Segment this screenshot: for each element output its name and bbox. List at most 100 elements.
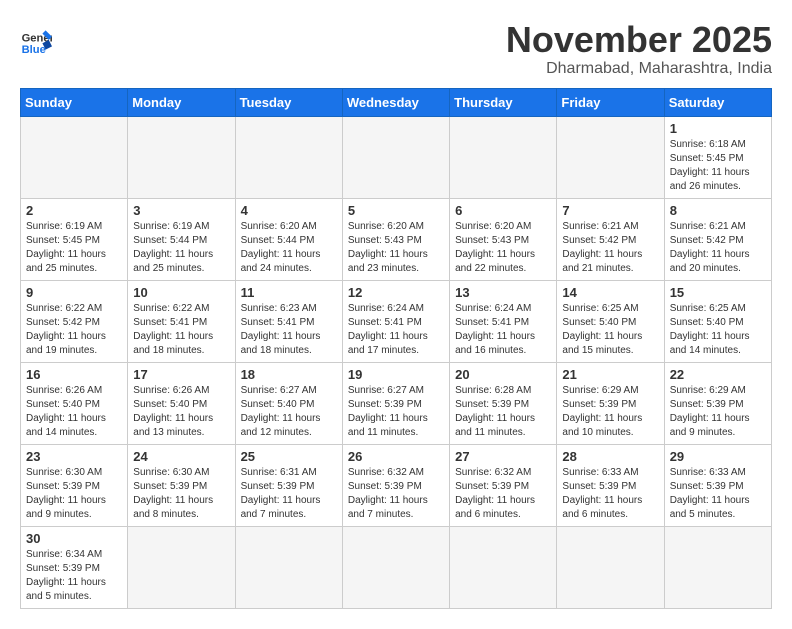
day-info: Sunrise: 6:23 AMSunset: 5:41 PMDaylight:… — [241, 302, 337, 358]
calendar-cell: 12 Sunrise: 6:24 AMSunset: 5:41 PMDayligh… — [342, 280, 449, 362]
calendar-cell: 18 Sunrise: 6:27 AMSunset: 5:40 PMDayligh… — [235, 362, 342, 444]
calendar-cell: 2Sunrise: 6:19 AMSunset: 5:45 PMDaylight… — [21, 198, 128, 280]
calendar-cell — [128, 116, 235, 198]
day-number: 16 — [26, 367, 122, 382]
calendar-cell: 22Sunrise: 6:29 AMSunset: 5:39 PMDayligh… — [664, 362, 771, 444]
day-number: 28 — [562, 449, 658, 464]
calendar-cell: 21Sunrise: 6:29 AMSunset: 5:39 PMDayligh… — [557, 362, 664, 444]
day-info: Sunrise: 6:19 AMSunset: 5:45 PMDaylight:… — [26, 220, 122, 276]
day-info: Sunrise: 6:25 AMSunset: 5:40 PMDaylight:… — [670, 302, 766, 358]
calendar-cell: 15 Sunrise: 6:25 AMSunset: 5:40 PMDayligh… — [664, 280, 771, 362]
calendar-cell: 26Sunrise: 6:32 AMSunset: 5:39 PMDayligh… — [342, 444, 449, 526]
day-number: 1 — [670, 121, 766, 136]
day-info: Sunrise: 6:34 AMSunset: 5:39 PMDaylight:… — [26, 548, 122, 604]
calendar-cell: 27 Sunrise: 6:32 AMSunset: 5:39 PMDayligh… — [450, 444, 557, 526]
calendar-cell: 20Sunrise: 6:28 AMSunset: 5:39 PMDayligh… — [450, 362, 557, 444]
calendar-cell — [342, 116, 449, 198]
day-info: Sunrise: 6:24 AMSunset: 5:41 PMDaylight:… — [455, 302, 551, 358]
calendar-cell: 9 Sunrise: 6:22 AMSunset: 5:42 PMDaylight… — [21, 280, 128, 362]
day-number: 8 — [670, 203, 766, 218]
weekday-header-row: SundayMondayTuesdayWednesdayThursdayFrid… — [21, 88, 772, 116]
calendar-cell: 29 Sunrise: 6:33 AMSunset: 5:39 PMDayligh… — [664, 444, 771, 526]
day-number: 13 — [455, 285, 551, 300]
day-number: 17 — [133, 367, 229, 382]
day-info: Sunrise: 6:27 AMSunset: 5:39 PMDaylight:… — [348, 384, 444, 440]
calendar-week-1: 1 Sunrise: 6:18 AMSunset: 5:45 PMDaylight… — [21, 116, 772, 198]
day-info: Sunrise: 6:31 AMSunset: 5:39 PMDaylight:… — [241, 466, 337, 522]
month-title: November 2025 — [506, 20, 772, 60]
day-info: Sunrise: 6:22 AMSunset: 5:41 PMDaylight:… — [133, 302, 229, 358]
calendar-cell — [557, 526, 664, 608]
day-info: Sunrise: 6:20 AMSunset: 5:43 PMDaylight:… — [455, 220, 551, 276]
calendar-cell: 4 Sunrise: 6:20 AMSunset: 5:44 PMDaylight… — [235, 198, 342, 280]
weekday-header-friday: Friday — [557, 88, 664, 116]
calendar-cell: 10 Sunrise: 6:22 AMSunset: 5:41 PMDayligh… — [128, 280, 235, 362]
calendar-cell: 17 Sunrise: 6:26 AMSunset: 5:40 PMDayligh… — [128, 362, 235, 444]
day-info: Sunrise: 6:25 AMSunset: 5:40 PMDaylight:… — [562, 302, 658, 358]
weekday-header-wednesday: Wednesday — [342, 88, 449, 116]
day-number: 29 — [670, 449, 766, 464]
day-info: Sunrise: 6:32 AMSunset: 5:39 PMDaylight:… — [455, 466, 551, 522]
day-info: Sunrise: 6:33 AMSunset: 5:39 PMDaylight:… — [670, 466, 766, 522]
calendar-cell — [450, 526, 557, 608]
calendar-week-4: 16 Sunrise: 6:26 AMSunset: 5:40 PMDayligh… — [21, 362, 772, 444]
calendar-cell: 14 Sunrise: 6:25 AMSunset: 5:40 PMDayligh… — [557, 280, 664, 362]
calendar-cell — [128, 526, 235, 608]
calendar-cell: 16Sunrise: 6:26 AMSunset: 5:40 PMDayligh… — [21, 362, 128, 444]
calendar-cell: 11Sunrise: 6:23 AMSunset: 5:41 PMDayligh… — [235, 280, 342, 362]
calendar-week-5: 23 Sunrise: 6:30 AMSunset: 5:39 PMDayligh… — [21, 444, 772, 526]
day-info: Sunrise: 6:20 AMSunset: 5:44 PMDaylight:… — [241, 220, 337, 276]
day-number: 10 — [133, 285, 229, 300]
calendar-cell: 19 Sunrise: 6:27 AMSunset: 5:39 PMDayligh… — [342, 362, 449, 444]
day-info: Sunrise: 6:21 AMSunset: 5:42 PMDaylight:… — [562, 220, 658, 276]
calendar-cell: 8 Sunrise: 6:21 AMSunset: 5:42 PMDaylight… — [664, 198, 771, 280]
day-info: Sunrise: 6:27 AMSunset: 5:40 PMDaylight:… — [241, 384, 337, 440]
calendar-cell: 25Sunrise: 6:31 AMSunset: 5:39 PMDayligh… — [235, 444, 342, 526]
day-number: 23 — [26, 449, 122, 464]
day-number: 27 — [455, 449, 551, 464]
day-info: Sunrise: 6:20 AMSunset: 5:43 PMDaylight:… — [348, 220, 444, 276]
day-info: Sunrise: 6:21 AMSunset: 5:42 PMDaylight:… — [670, 220, 766, 276]
svg-text:Blue: Blue — [22, 44, 46, 56]
calendar-cell: 13 Sunrise: 6:24 AMSunset: 5:41 PMDayligh… — [450, 280, 557, 362]
day-number: 15 — [670, 285, 766, 300]
calendar-cell: 30Sunrise: 6:34 AMSunset: 5:39 PMDayligh… — [21, 526, 128, 608]
calendar-week-2: 2Sunrise: 6:19 AMSunset: 5:45 PMDaylight… — [21, 198, 772, 280]
day-number: 18 — [241, 367, 337, 382]
weekday-header-monday: Monday — [128, 88, 235, 116]
day-number: 3 — [133, 203, 229, 218]
day-number: 14 — [562, 285, 658, 300]
day-number: 12 — [348, 285, 444, 300]
calendar-cell — [342, 526, 449, 608]
weekday-header-saturday: Saturday — [664, 88, 771, 116]
day-number: 4 — [241, 203, 337, 218]
day-info: Sunrise: 6:29 AMSunset: 5:39 PMDaylight:… — [670, 384, 766, 440]
calendar-cell: 6Sunrise: 6:20 AMSunset: 5:43 PMDaylight… — [450, 198, 557, 280]
day-info: Sunrise: 6:26 AMSunset: 5:40 PMDaylight:… — [133, 384, 229, 440]
day-number: 19 — [348, 367, 444, 382]
weekday-header-thursday: Thursday — [450, 88, 557, 116]
day-number: 26 — [348, 449, 444, 464]
calendar-cell: 23 Sunrise: 6:30 AMSunset: 5:39 PMDayligh… — [21, 444, 128, 526]
day-info: Sunrise: 6:24 AMSunset: 5:41 PMDaylight:… — [348, 302, 444, 358]
day-info: Sunrise: 6:33 AMSunset: 5:39 PMDaylight:… — [562, 466, 658, 522]
day-number: 7 — [562, 203, 658, 218]
day-info: Sunrise: 6:30 AMSunset: 5:39 PMDaylight:… — [133, 466, 229, 522]
day-number: 24 — [133, 449, 229, 464]
logo-icon: General Blue — [20, 24, 52, 56]
day-info: Sunrise: 6:18 AMSunset: 5:45 PMDaylight:… — [670, 138, 766, 194]
day-info: Sunrise: 6:28 AMSunset: 5:39 PMDaylight:… — [455, 384, 551, 440]
day-info: Sunrise: 6:30 AMSunset: 5:39 PMDaylight:… — [26, 466, 122, 522]
calendar-week-3: 9 Sunrise: 6:22 AMSunset: 5:42 PMDaylight… — [21, 280, 772, 362]
day-info: Sunrise: 6:22 AMSunset: 5:42 PMDaylight:… — [26, 302, 122, 358]
calendar-cell: 1 Sunrise: 6:18 AMSunset: 5:45 PMDaylight… — [664, 116, 771, 198]
weekday-header-tuesday: Tuesday — [235, 88, 342, 116]
calendar-cell: 28 Sunrise: 6:33 AMSunset: 5:39 PMDayligh… — [557, 444, 664, 526]
calendar-cell — [21, 116, 128, 198]
calendar-cell — [557, 116, 664, 198]
calendar-cell — [450, 116, 557, 198]
day-number: 9 — [26, 285, 122, 300]
calendar-cell — [664, 526, 771, 608]
day-number: 21 — [562, 367, 658, 382]
logo: General Blue — [20, 24, 52, 56]
